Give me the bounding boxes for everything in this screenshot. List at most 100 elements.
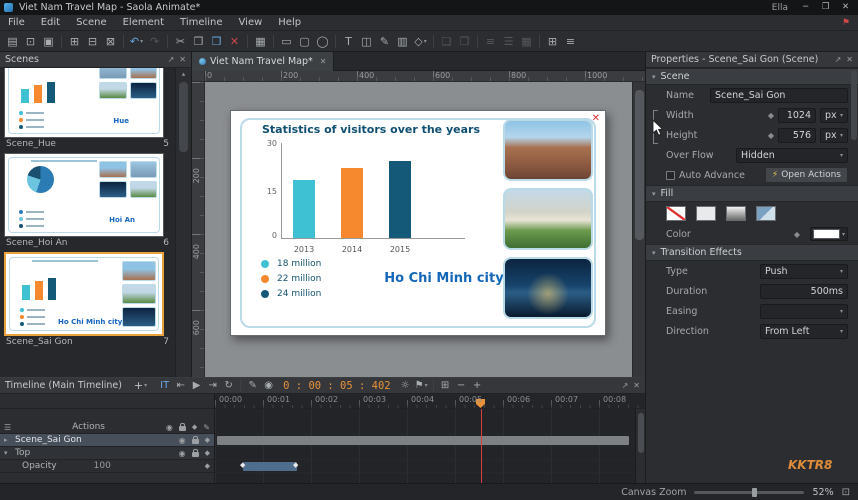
chart-bar-2013[interactable]	[293, 180, 315, 238]
opacity-lane[interactable]: ◆ ◆	[215, 460, 635, 473]
auto-keyframe-pen-button[interactable]: ✎	[245, 379, 260, 393]
insert-shape-button[interactable]: ◇▾	[412, 33, 429, 50]
insert-symbol-button[interactable]: ✎	[376, 33, 393, 50]
ungroup-button[interactable]: ❐	[456, 33, 473, 50]
scene-lane[interactable]	[215, 434, 635, 447]
scene-name-input[interactable]: Scene_Sai Gon	[710, 88, 848, 103]
menu-file[interactable]: File	[0, 15, 33, 30]
slide-title-element[interactable]: Statistics of visitors over the years	[261, 123, 481, 136]
height-input[interactable]: 576	[778, 128, 816, 143]
menu-help[interactable]: Help	[270, 15, 309, 30]
keyframe-diamond-icon[interactable]: ◆	[205, 436, 210, 444]
add-timeline-button[interactable]: + ▾	[134, 379, 147, 392]
legend-item[interactable]: 24 million	[261, 289, 321, 299]
eye-icon[interactable]: ◉	[179, 449, 186, 458]
maximize-button[interactable]: ❐	[817, 1, 834, 14]
insert-text-button[interactable]: T	[340, 33, 357, 50]
height-unit-dropdown[interactable]: px ▾	[820, 128, 848, 143]
section-header-transition[interactable]: ▾ Transition Effects	[646, 244, 858, 261]
photo-palace[interactable]	[503, 188, 593, 250]
scene-thumbnail[interactable]: Hue	[4, 68, 164, 138]
collapse-caret-icon[interactable]: ▾	[4, 449, 12, 457]
timeline-lanes[interactable]: ◆ ◆	[215, 409, 635, 483]
grid-options-button[interactable]: ⊞	[544, 33, 561, 50]
new-document-button[interactable]: ▤	[4, 33, 21, 50]
close-panel-icon[interactable]: ✕	[633, 381, 640, 390]
keyframe-diamond-icon[interactable]: ◆	[768, 111, 774, 120]
properties-scrollbar[interactable]	[851, 70, 857, 140]
color-picker-dropdown[interactable]: ▾	[810, 227, 848, 241]
view-options-button[interactable]: ≡	[562, 33, 579, 50]
scrollbar-thumb[interactable]	[179, 82, 188, 152]
easing-dropdown[interactable]: ▾	[760, 304, 848, 319]
timeline-ruler-scale[interactable]: 00:0000:0100:0200:0300:0400:0500:0600:07…	[215, 394, 645, 409]
arrange-button[interactable]: ▦	[518, 33, 535, 50]
scrollbar-thumb[interactable]	[635, 90, 644, 240]
menu-flag-icon[interactable]: ⚑	[842, 18, 850, 28]
canvas-viewport[interactable]: ✕ Statistics of visitors over the years …	[205, 82, 632, 377]
slide-canvas[interactable]: ✕ Statistics of visitors over the years …	[230, 110, 606, 336]
top-lane[interactable]	[215, 447, 635, 460]
next-frame-button[interactable]: ⇥	[205, 379, 220, 393]
eye-icon[interactable]: ◉	[166, 423, 173, 432]
go-to-start-button[interactable]: ⇤	[173, 379, 188, 393]
canvas-zoom-slider[interactable]	[694, 491, 804, 494]
scrollbar-thumb[interactable]	[638, 413, 644, 453]
eye-icon[interactable]: ◉	[179, 436, 186, 445]
zoom-in-timeline-button[interactable]: +	[470, 379, 485, 393]
add-keyframe-icon[interactable]: ◆	[205, 462, 210, 470]
menu-view[interactable]: View	[231, 15, 271, 30]
duration-input[interactable]: 500ms	[760, 284, 848, 299]
insert-time-button[interactable]: IT	[157, 379, 172, 393]
track-opacity[interactable]: Opacity 100 ◆	[0, 460, 214, 473]
close-window-button[interactable]: ✕	[837, 1, 854, 14]
close-panel-icon[interactable]: ✕	[179, 55, 186, 64]
float-panel-icon[interactable]: ↗	[622, 381, 629, 390]
undo-button[interactable]: ↶▾	[128, 33, 145, 50]
scenes-scrollbar[interactable]: ▴	[175, 68, 191, 377]
keyframe-diamond[interactable]: ◆	[293, 461, 298, 469]
copy-button[interactable]: ❐	[190, 33, 207, 50]
keyframe-diamond[interactable]: ◆	[240, 461, 245, 469]
tab-close-icon[interactable]: ✕	[320, 57, 327, 66]
document-tab[interactable]: Viet Nam Travel Map* ✕	[192, 52, 334, 71]
lock-icon[interactable]	[192, 452, 199, 457]
insert-table-button[interactable]: ▥	[394, 33, 411, 50]
actions-lane[interactable]	[215, 421, 635, 434]
scene-thumbnail[interactable]: Hoi An	[4, 153, 164, 237]
direction-dropdown[interactable]: From Left ▾	[760, 324, 848, 339]
menu-scene[interactable]: Scene	[68, 15, 115, 30]
chart-bar-2014[interactable]	[341, 168, 363, 238]
section-header-fill[interactable]: ▾ Fill	[646, 185, 858, 202]
section-header-scene[interactable]: ▾ Scene	[646, 68, 858, 85]
insert-div-button[interactable]: ◫	[358, 33, 375, 50]
distribute-button[interactable]: ☰	[500, 33, 517, 50]
legend-item[interactable]: 22 million	[261, 274, 321, 284]
zoom-slider-handle[interactable]	[752, 488, 757, 497]
float-panel-icon[interactable]: ↗	[168, 55, 175, 64]
delete-button[interactable]: ✕	[226, 33, 243, 50]
slide-chart-element[interactable]: 30 15 0 201320142015	[257, 143, 469, 255]
redo-button[interactable]: ↷	[146, 33, 163, 50]
zoom-out-timeline-button[interactable]: −	[454, 379, 469, 393]
record-button[interactable]: ◉	[261, 379, 276, 393]
open-actions-button[interactable]: ⚡ Open Actions	[765, 167, 848, 183]
capture-button[interactable]: ⊠	[102, 33, 119, 50]
scene-item-hoi-an[interactable]: Hoi An Scene_Hoi An 6	[4, 153, 172, 248]
fill-none-swatch[interactable]	[666, 206, 686, 221]
fit-to-window-icon[interactable]: ⊡	[842, 487, 850, 498]
track-scene-sai-gon[interactable]: ▸ Scene_Sai Gon ◉ ◆	[0, 434, 214, 447]
timeline-flag-button[interactable]: ⚑▾	[414, 379, 429, 393]
menu-timeline[interactable]: Timeline	[172, 15, 231, 30]
save-button[interactable]: ▣	[40, 33, 57, 50]
keyframe-diamond-icon[interactable]: ◆	[768, 131, 774, 140]
close-panel-icon[interactable]: ✕	[846, 55, 853, 64]
paste-button[interactable]: ❒	[208, 33, 225, 50]
photo-skyline[interactable]	[503, 257, 593, 319]
preview-in-browser-button[interactable]: ⊞	[66, 33, 83, 50]
scene-item-sai-gon[interactable]: Ho Chi Minh city Scene_Sai Gon 7	[4, 252, 172, 347]
scene-thumbnail[interactable]: Ho Chi Minh city	[4, 252, 164, 336]
property-value[interactable]: 100	[94, 461, 111, 471]
insert-ellipse-button[interactable]: ◯	[314, 33, 331, 50]
width-unit-dropdown[interactable]: px ▾	[820, 108, 848, 123]
